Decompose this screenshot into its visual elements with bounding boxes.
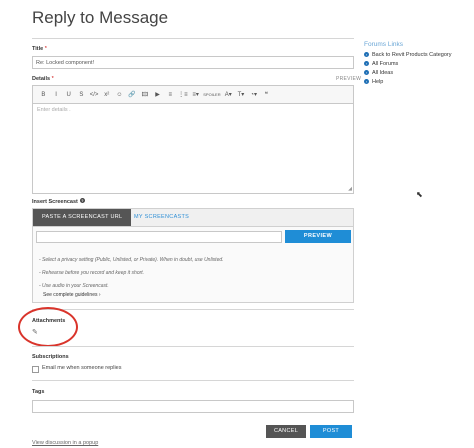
forum-link-label: All Ideas (372, 70, 394, 76)
title-input[interactable] (32, 56, 354, 69)
popup-link[interactable]: View discussion in a popup (32, 440, 98, 446)
cancel-button[interactable]: CANCEL (266, 425, 306, 438)
tab-my-screencasts[interactable]: MY SCREENCASTS (125, 209, 198, 226)
preview-link[interactable]: PREVIEW (336, 76, 361, 82)
attachments-divider (32, 309, 354, 310)
bold-icon[interactable]: B (37, 87, 50, 103)
chevron-right-icon: › (364, 61, 369, 66)
tab-paste-url[interactable]: PASTE A SCREENCAST URL (33, 209, 132, 226)
image-icon[interactable]: 🖾 (139, 87, 152, 103)
forum-link-label: Back to Revit Products Category (372, 52, 452, 58)
tags-input[interactable] (32, 400, 354, 413)
forum-links-title: Forums Links (364, 41, 404, 48)
spoiler-icon[interactable]: SPOILER (202, 87, 222, 103)
title-divider (32, 38, 354, 39)
screencast-tip: - Use audio in your Screencast. (39, 283, 109, 289)
tags-label: Tags (32, 389, 45, 395)
screencast-tabs: PASTE A SCREENCAST URL MY SCREENCASTS (33, 209, 353, 227)
forum-link-help[interactable]: › Help (364, 79, 383, 85)
editor-toolbar: B I U S </> x² ☺ 🔗 🖾 ▶ ≡ ⋮≡ ≡▾ SPOILER A▾ T▾ ◔▾ ❝ (32, 85, 354, 103)
screencast-tip: - Select a privacy setting (Public, Unli… (39, 257, 224, 263)
video-icon[interactable]: ▶ (151, 87, 164, 103)
title-label: Title * (32, 46, 47, 52)
bulleted-list-icon[interactable]: ≡ (164, 87, 177, 103)
screencast-tip: - Rehearse before you record and keep it… (39, 270, 145, 276)
resize-grip-icon[interactable]: ◢ (348, 186, 352, 192)
code-icon[interactable]: </> (88, 87, 101, 103)
screencast-url-input[interactable] (36, 231, 282, 243)
subscriptions-divider (32, 346, 354, 347)
emoji-icon[interactable]: ☺ (113, 87, 126, 103)
forum-link-label: Help (372, 79, 384, 85)
screencast-label: Insert Screencast? (32, 198, 85, 205)
link-icon[interactable]: 🔗 (126, 87, 139, 103)
chevron-right-icon: › (364, 70, 369, 75)
forum-link-all-ideas[interactable]: › All Ideas (364, 70, 393, 76)
annotation-circle (18, 307, 78, 347)
editor-placeholder: Enter details . (37, 107, 71, 113)
email-checkbox[interactable] (32, 366, 39, 373)
numbered-list-icon[interactable]: ⋮≡ (177, 87, 190, 103)
screencast-panel: PASTE A SCREENCAST URL MY SCREENCASTS PR… (32, 208, 354, 303)
forum-link-back[interactable]: › Back to Revit Products Category (364, 52, 451, 58)
italic-icon[interactable]: I (50, 87, 63, 103)
superscript-icon[interactable]: x² (100, 87, 113, 103)
help-icon[interactable]: ? (79, 198, 85, 203)
chevron-right-icon: › (364, 79, 369, 84)
screencast-preview-button[interactable]: PREVIEW (285, 230, 351, 243)
subscriptions-label: Subscriptions (32, 354, 69, 360)
required-marker: * (44, 46, 47, 52)
text-size-icon[interactable]: T▾ (235, 87, 248, 103)
title-label-text: Title (32, 46, 44, 52)
color-icon[interactable]: ◔▾ (247, 87, 260, 103)
mouse-cursor-icon: ⬉ (416, 190, 423, 199)
page-title: Reply to Message (32, 8, 169, 27)
align-icon[interactable]: ≡▾ (189, 87, 202, 103)
details-label-text: Details (32, 76, 51, 82)
quote-icon[interactable]: ❝ (260, 87, 273, 103)
forum-link-all-forums[interactable]: › All Forums (364, 61, 398, 67)
tags-divider (32, 380, 354, 381)
email-option-label[interactable]: Email me when someone replies (42, 365, 121, 371)
post-button[interactable]: POST (310, 425, 352, 438)
chevron-right-icon: › (364, 52, 369, 57)
details-editor[interactable]: Enter details . ◢ (32, 103, 354, 194)
forum-link-label: All Forums (372, 61, 399, 67)
required-marker: * (51, 76, 54, 82)
underline-icon[interactable]: U (62, 87, 75, 103)
strikethrough-icon[interactable]: S (75, 87, 88, 103)
guidelines-link[interactable]: See complete guidelines › (43, 292, 101, 298)
details-label: Details * (32, 76, 54, 82)
screencast-label-text: Insert Screencast (32, 199, 78, 205)
font-icon[interactable]: A▾ (222, 87, 235, 103)
